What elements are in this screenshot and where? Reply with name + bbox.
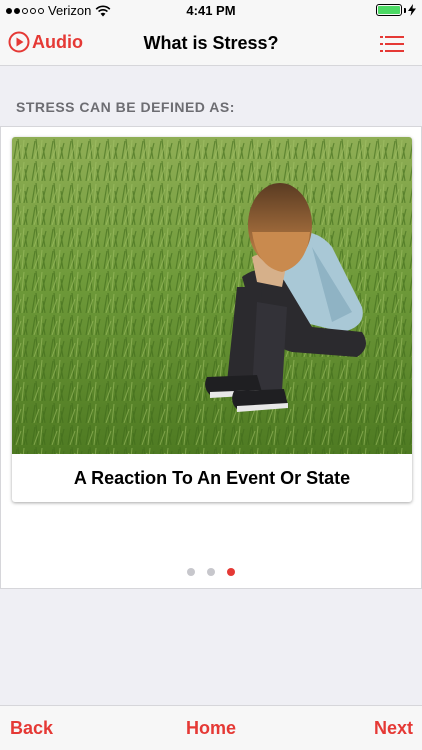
battery-fill	[378, 6, 400, 14]
status-bar: Verizon 4:41 PM	[0, 0, 422, 22]
page-dot[interactable]	[187, 568, 195, 576]
home-button[interactable]: Home	[0, 718, 422, 739]
charging-bolt-icon	[408, 4, 416, 16]
list-menu-icon[interactable]	[380, 35, 404, 53]
slide-card[interactable]: A Reaction To An Event Or State	[12, 137, 412, 502]
page-dot[interactable]	[207, 568, 215, 576]
battery-icon	[376, 4, 402, 16]
bottom-toolbar: Back Home Next	[0, 705, 422, 750]
status-right	[376, 4, 416, 16]
next-button[interactable]: Next	[374, 718, 413, 739]
stressed-person-photo	[12, 137, 412, 454]
page-indicator[interactable]	[1, 568, 421, 576]
status-time: 4:41 PM	[186, 3, 236, 18]
section-heading: STRESS CAN BE DEFINED AS:	[16, 99, 235, 115]
carousel[interactable]: A Reaction To An Event Or State	[0, 126, 422, 589]
slide-caption: A Reaction To An Event Or State	[73, 468, 351, 488]
screen: Verizon 4:41 PM Audio What is Stress? ST…	[0, 0, 422, 750]
page-dot[interactable]	[227, 568, 235, 576]
battery-nub	[404, 7, 406, 13]
page-title: What is Stress?	[143, 33, 279, 53]
nav-bar: Audio What is Stress?	[0, 22, 422, 66]
